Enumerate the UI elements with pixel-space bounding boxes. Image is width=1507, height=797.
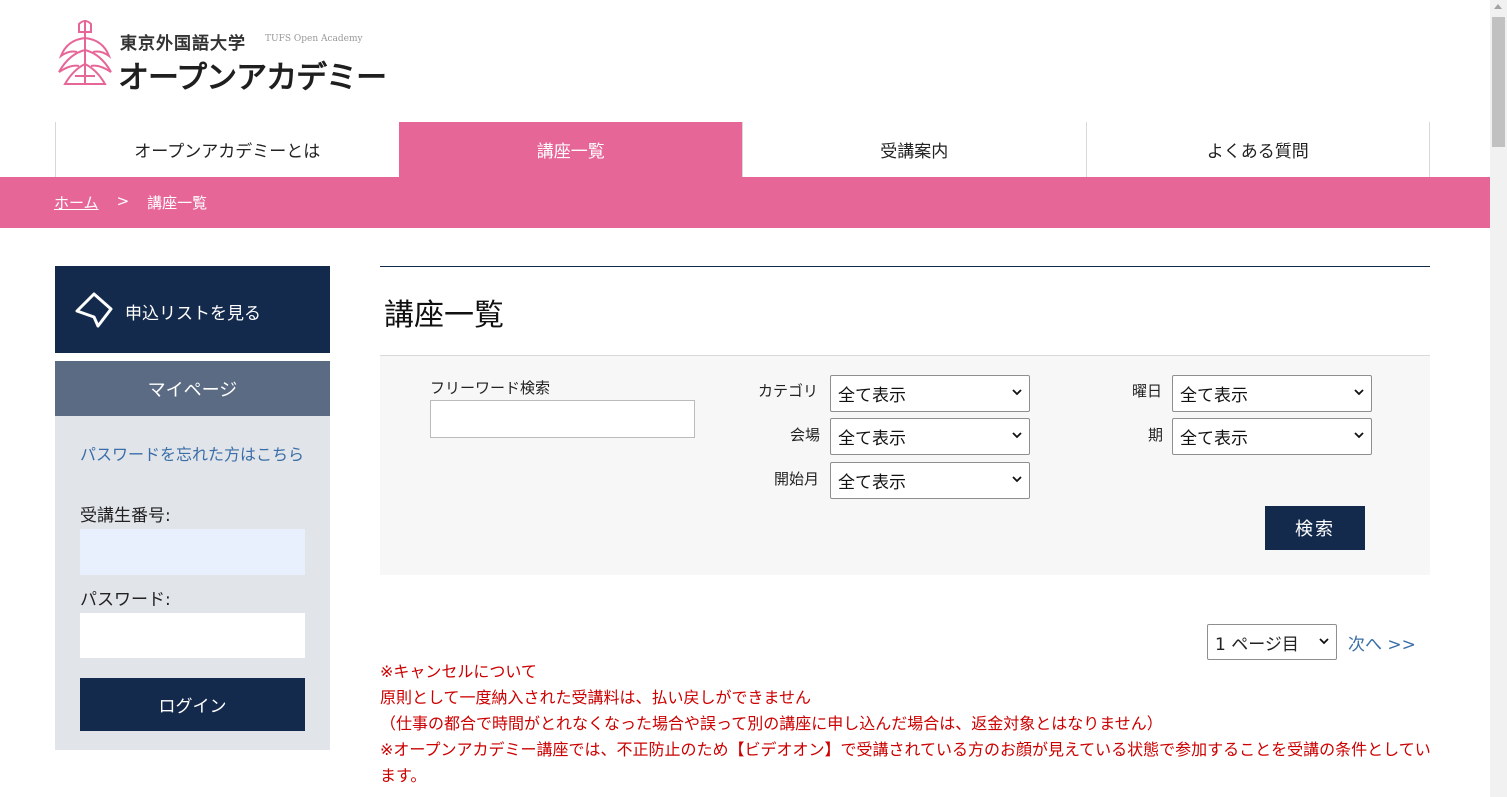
start-month-label: 開始月	[774, 470, 820, 488]
nav-item-courses[interactable]: 講座一覧	[398, 122, 742, 177]
venue-select[interactable]: 全て表示	[830, 418, 1030, 455]
scroll-up-arrow-icon[interactable]	[1494, 4, 1502, 9]
vertical-scrollbar[interactable]	[1490, 0, 1507, 797]
chevron-down-icon	[1354, 432, 1364, 439]
freeword-label: フリーワード検索	[430, 379, 551, 397]
notice-heading: ※キャンセルについて	[380, 662, 537, 681]
mypage-header: マイページ	[55, 361, 330, 416]
scrollbar-thumb[interactable]	[1492, 17, 1505, 147]
weekday-select[interactable]: 全て表示	[1172, 375, 1372, 412]
venue-select-value: 全て表示	[838, 429, 906, 449]
category-select[interactable]: 全て表示	[830, 375, 1030, 412]
page-title: 講座一覧	[384, 298, 504, 333]
nav-item-label: オープンアカデミーとは	[134, 142, 321, 162]
search-panel: フリーワード検索 カテゴリ 全て表示 会場 全て表示 開始月 全て表示 曜日 全…	[380, 355, 1430, 575]
next-page-link[interactable]: 次へ >>	[1348, 630, 1416, 655]
academy-name: オープンアカデミー	[118, 60, 387, 96]
apply-list-label: 申込リストを見る	[125, 304, 261, 324]
term-select-value: 全て表示	[1180, 429, 1248, 449]
category-select-value: 全て表示	[838, 386, 906, 406]
notice-line: ※オープンアカデミー講座では、不正防止のため【ビデオオン】で受講されている方のお…	[380, 740, 1431, 785]
search-button[interactable]: 検索	[1265, 506, 1365, 550]
venue-label: 会場	[790, 426, 821, 444]
nav-item-label: よくある質問	[1206, 142, 1309, 162]
chevron-down-icon	[1012, 476, 1022, 483]
nav-item-label: 受講案内	[880, 142, 949, 162]
freeword-search-input[interactable]	[430, 400, 695, 438]
start-month-select[interactable]: 全て表示	[830, 462, 1030, 499]
breadcrumb-bar: ホーム > 講座一覧	[0, 177, 1490, 228]
weekday-label: 曜日	[1132, 382, 1163, 400]
chevron-down-icon	[1012, 389, 1022, 396]
nav-item-about[interactable]: オープンアカデミーとは	[55, 122, 399, 177]
breadcrumb: ホーム > 講座一覧	[54, 192, 207, 213]
tag-icon	[75, 292, 113, 328]
student-id-label: 受講生番号:	[80, 506, 171, 526]
nav-item-label: 講座一覧	[536, 142, 605, 162]
login-form: パスワードを忘れた方はこちら 受講生番号: パスワード: ログイン	[55, 416, 330, 750]
chevron-down-icon	[1012, 432, 1022, 439]
english-name: TUFS Open Academy	[265, 34, 363, 44]
term-label: 期	[1148, 426, 1164, 444]
breadcrumb-current: 講座一覧	[147, 194, 208, 212]
password-field[interactable]	[80, 613, 305, 658]
weekday-select-value: 全て表示	[1180, 386, 1248, 406]
student-id-field[interactable]	[80, 529, 305, 575]
page-select-value: 1 ページ目	[1215, 634, 1299, 655]
forgot-password-link[interactable]: パスワードを忘れた方はこちら	[80, 442, 305, 467]
term-select[interactable]: 全て表示	[1172, 418, 1372, 455]
start-month-select-value: 全て表示	[838, 473, 906, 493]
title-divider	[380, 266, 1430, 267]
notice-line: （仕事の都合で時間がとれなくなった場合や誤って別の講座に申し込んだ場合は、返金対…	[380, 714, 1163, 733]
login-button[interactable]: ログイン	[80, 678, 305, 731]
notice-line: 原則として一度納入された受講料は、払い戻しができません	[380, 688, 812, 707]
password-label: パスワード:	[80, 590, 171, 610]
cancellation-notice: ※キャンセルについて 原則として一度納入された受講料は、払い戻しができません （…	[380, 659, 1440, 789]
page-select[interactable]: 1 ページ目	[1207, 624, 1337, 660]
breadcrumb-home-link[interactable]: ホーム	[54, 192, 99, 213]
chevron-down-icon	[1354, 389, 1364, 396]
chevron-down-icon	[1319, 638, 1329, 645]
main-nav: オープンアカデミーとは 講座一覧 受講案内 よくある質問	[55, 122, 1430, 177]
category-label: カテゴリ	[758, 382, 819, 400]
site-logo[interactable]: 東京外国語大学 TUFS Open Academy オープンアカデミー	[55, 16, 387, 96]
breadcrumb-separator: >	[116, 192, 130, 210]
university-name: 東京外国語大学	[120, 34, 246, 54]
apply-list-button[interactable]: 申込リストを見る	[55, 266, 330, 353]
university-emblem-icon	[58, 20, 112, 85]
mypage-title: マイページ	[147, 379, 238, 401]
nav-item-guide[interactable]: 受講案内	[742, 122, 1086, 177]
nav-item-faq[interactable]: よくある質問	[1085, 122, 1430, 177]
